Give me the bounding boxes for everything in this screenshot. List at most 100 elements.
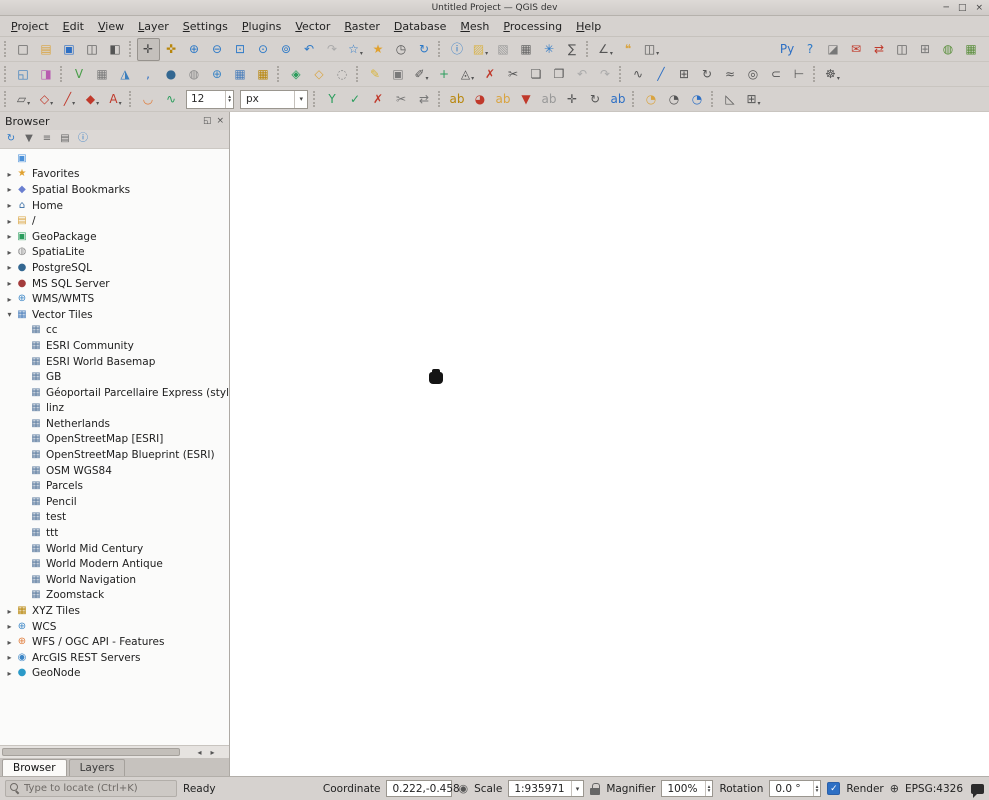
save-project[interactable]: ▣ [58,38,81,61]
tree-item-vt-pencil[interactable]: ▦ Pencil [0,494,229,510]
add-xyz-layer[interactable]: ▦ [252,63,275,86]
db-manager[interactable]: ◪ [822,38,845,61]
browser-filter[interactable]: ▼ [21,131,38,148]
toolbar-handle[interactable] [356,66,360,82]
spinner-arrows-icon[interactable]: ▴▾ [705,781,713,796]
show-spatial-bookmarks[interactable]: ★ [367,38,390,61]
add-vector-tile-layer[interactable]: ▦ [229,63,252,86]
tree-expand-arrow[interactable]: ▸ [4,170,15,179]
new-spatial-bookmark[interactable]: ☆▾ [344,38,367,61]
minimize-button[interactable]: ─ [944,3,949,13]
tree-expand-arrow[interactable]: ▸ [4,669,15,678]
new-shapefile-layer[interactable]: ◇ [308,63,331,86]
elevation-profile[interactable]: ◺ [719,88,742,111]
tree-expand-arrow[interactable]: ▸ [4,279,15,288]
zoom-to-layer[interactable]: ⊚ [275,38,298,61]
metasearch[interactable]: ✉ [845,38,868,61]
zoom-full[interactable]: ⊡ [229,38,252,61]
undo[interactable]: ↶ [571,63,594,86]
osm-place-search[interactable]: ◍ [937,38,960,61]
rotate-label[interactable]: ↻ [584,88,607,111]
add-vector-layer[interactable]: V [68,63,91,86]
tree-expand-arrow[interactable]: ▸ [4,232,15,241]
tree-item-vt-openstreetmap-esri[interactable]: ▦ OpenStreetMap [ESRI] [0,432,229,448]
tree-item-vt-linz[interactable]: ▦ linz [0,401,229,417]
menu-item[interactable]: Processing [496,18,569,35]
browser-collapse-all[interactable]: ≡ [39,131,56,148]
change-label[interactable]: ab [607,88,630,111]
toolbar-handle[interactable] [277,66,281,82]
toolbar-handle[interactable] [4,66,8,82]
tree-item-vt-gb[interactable]: ▦ GB [0,369,229,385]
coordinate-display[interactable]: 0.222,-0.458 [386,780,452,797]
copy-features[interactable]: ❏ [525,63,548,86]
menu-item[interactable]: Edit [56,18,91,35]
line-annotation[interactable]: ╱▾ [58,88,81,111]
dock-tab-layers[interactable]: Layers [69,759,126,776]
deselect-features[interactable]: ▧ [492,38,515,61]
toggle-editing[interactable]: ✎ [364,63,387,86]
scroll-left-button[interactable]: ◂ [193,748,206,757]
maximize-button[interactable]: □ [958,3,967,13]
layer-labeling-options[interactable]: ab [446,88,469,111]
tree-item-unlabeled[interactable]: ▣ [0,151,229,167]
menu-item[interactable]: Raster [337,18,386,35]
browser-info[interactable]: ⓘ [75,131,92,148]
tree-item-vt-zoomstack[interactable]: ▦ Zoomstack [0,588,229,604]
processing-toolbox[interactable]: ✳ [538,38,561,61]
crs-status[interactable]: EPSG:4326 [905,783,963,795]
tree-item-vt-world-navigation[interactable]: ▦ World Navigation [0,572,229,588]
close-button[interactable]: × [975,3,983,13]
show-layout-manager[interactable]: ◧ [104,38,127,61]
toolbar-handle[interactable] [438,41,442,57]
add-ring[interactable]: ◎ [742,63,765,86]
reverse-line[interactable]: ⇄ [413,88,436,111]
menu-item[interactable]: View [91,18,131,35]
tree-item-xyz-tiles[interactable]: ▸ ▦ XYZ Tiles [0,603,229,619]
toolbar-handle[interactable] [632,91,636,107]
help-contents[interactable]: ? [799,38,822,61]
toolbar-handle[interactable] [129,41,133,57]
map-tips[interactable]: ❝ [617,38,640,61]
tree-item-arcgis-rest[interactable]: ▸ ◉ ArcGIS REST Servers [0,650,229,666]
render-checkbox[interactable]: ✓ [827,782,840,795]
tree-expand-arrow[interactable]: ▸ [4,295,15,304]
zoom-to-selection[interactable]: ⊙ [252,38,275,61]
menu-item[interactable]: Layer [131,18,176,35]
measure-line[interactable]: ∠▾ [594,38,617,61]
toolbar-handle[interactable] [60,66,64,82]
show-hide-labels[interactable]: ab [538,88,561,111]
new-3d-map-view[interactable]: ◫▾ [640,38,663,61]
spinner-arrows-icon[interactable]: ▴▾ [813,781,821,796]
dock-tab-browser[interactable]: Browser [2,759,67,776]
magnifier-spinner[interactable]: 100% ▴▾ [661,780,713,797]
move-label[interactable]: ✛ [561,88,584,111]
merge-features[interactable]: ⊞ [673,63,696,86]
toolbar-options[interactable]: ☸▾ [821,63,844,86]
toolbar-handle[interactable] [129,91,133,107]
toolbar-handle[interactable] [4,91,8,107]
toolbar-handle[interactable] [586,41,590,57]
split-parts[interactable]: ✂ [390,88,413,111]
tree-item-root[interactable]: ▸ ▤ / [0,213,229,229]
new-geopackage-layer[interactable]: ◈ [285,63,308,86]
tree-item-vt-world-mid-century[interactable]: ▦ World Mid Century [0,541,229,557]
add-wms-layer[interactable]: ⊕ [206,63,229,86]
stream-digitizing[interactable]: ∿ [160,88,183,111]
add-raster-layer[interactable]: ▦ [91,63,114,86]
open-project[interactable]: ▤ [35,38,58,61]
float-panel[interactable]: ◱ [203,116,212,126]
python-console[interactable]: Py [776,38,799,61]
layer-styling[interactable]: ◨ [35,63,58,86]
browser-properties-widget[interactable]: ▤ [57,131,74,148]
tree-item-vector-tiles[interactable]: ▾ ▦ Vector Tiles [0,307,229,323]
rotation-spinner[interactable]: 0.0 ° ▴▾ [769,780,821,797]
new-project[interactable]: □ [12,38,35,61]
menu-item[interactable]: Vector [288,18,337,35]
units-combobox[interactable]: px ▾ [240,90,308,109]
tree-item-vt-osm-wgs84[interactable]: ▦ OSM WGS84 [0,463,229,479]
paste-features[interactable]: ❐ [548,63,571,86]
new-print-layout[interactable]: ◫ [81,38,104,61]
map-canvas[interactable] [230,112,989,776]
tree-item-geonode[interactable]: ▸ ● GeoNode [0,666,229,682]
